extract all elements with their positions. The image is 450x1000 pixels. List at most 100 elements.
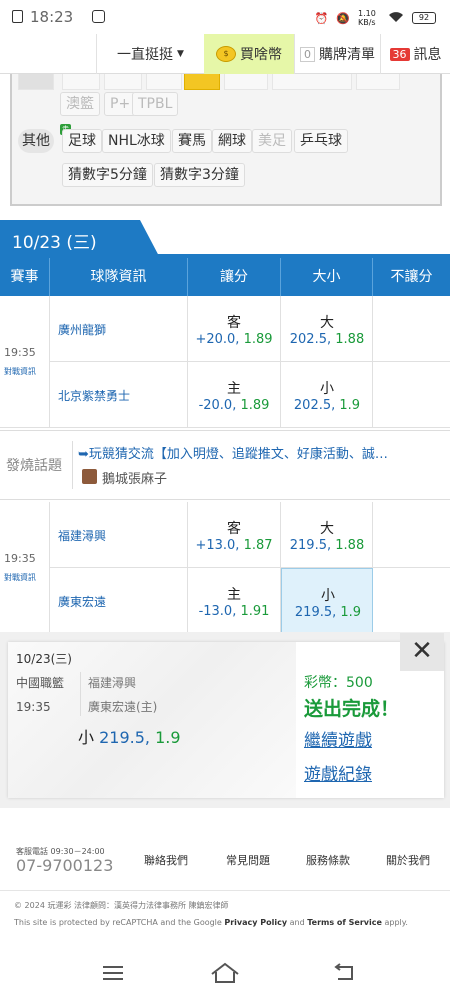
hotline-number[interactable]: 07-9700123	[16, 856, 113, 875]
spread-odds-button[interactable]: 主 -20.0, 1.89	[188, 362, 281, 428]
col-event: 賽事	[0, 258, 50, 296]
lottery-chip-5min[interactable]: 猜數字5分鐘	[62, 163, 153, 187]
sport-chip-horse-racing[interactable]: 賽馬	[172, 129, 212, 153]
divider	[80, 672, 81, 716]
close-icon: ✕	[411, 636, 433, 666]
status-icons: ⏰ 🔕 1.10 KB/s 92	[315, 9, 436, 27]
status-bar: 18:23 ⏰ 🔕 1.10 KB/s 92	[0, 0, 450, 34]
game-records-link[interactable]: 遊戲紀錄	[304, 760, 372, 785]
footer: 客服電話 09:30－24:00 07-9700123 聯絡我們 常見問題 服務…	[0, 828, 450, 938]
spread-odds-button[interactable]: 客 +20.0, 1.89	[188, 296, 281, 362]
slip-sent-text: 送出完成！	[304, 698, 400, 720]
author-name[interactable]: 鵝城張麻子	[102, 468, 167, 487]
ou-odds: 1.88	[335, 332, 365, 347]
wifi-icon	[388, 11, 404, 26]
sport-chip-partial	[146, 74, 182, 90]
message-button[interactable]: 36 訊息	[380, 34, 450, 74]
sport-chip-nhl[interactable]: NHL冰球	[102, 129, 171, 153]
spread-line: -13.0,	[198, 604, 237, 619]
over-under-button[interactable]: 小 202.5, 1.9	[281, 362, 373, 428]
slip-league: 中國職籃	[16, 676, 65, 690]
team-cell: 廣東宏遠	[50, 568, 188, 634]
ou-line: 202.5,	[289, 332, 332, 347]
col-team-info: 球隊資訊	[50, 258, 188, 296]
spread-line: +20.0,	[195, 332, 240, 347]
team-name[interactable]: 廣州龍獅	[58, 321, 106, 338]
sport-chip-partial-selected	[184, 74, 220, 90]
menu-icon[interactable]	[102, 965, 124, 985]
slip-team1: 福建潯興	[88, 676, 137, 690]
moneyline-button[interactable]	[373, 296, 450, 362]
ou-line: 219.5,	[289, 538, 332, 553]
footer-link-about[interactable]: 關於我們	[386, 852, 430, 868]
buy-coin-button[interactable]: $ 買啥幣	[204, 34, 294, 74]
match-info-link[interactable]: 對戰資訊	[4, 572, 36, 583]
top-nav: 一直挺挺 ▼ $ 買啥幣 0 購牌清單 36 訊息	[0, 34, 450, 74]
hot-topic-headline[interactable]: ➥玩競猜交流【加入明燈、追蹤推文、好康活動、誠…	[78, 443, 446, 462]
author-avatar	[82, 469, 97, 484]
moneyline-button[interactable]	[373, 568, 450, 634]
privacy-link[interactable]: Privacy Policy	[224, 918, 287, 927]
sport-chip-soccer[interactable]: 足球	[62, 129, 102, 153]
user-menu-dropdown[interactable]: 一直挺挺 ▼	[96, 34, 204, 74]
hot-topic-row: 發燒話題 ➥玩競猜交流【加入明燈、追蹤推文、好康活動、誠… 鵝城張麻子	[0, 430, 450, 500]
col-moneyline: 不讓分	[390, 269, 433, 285]
alarm-icon: ⏰	[314, 11, 329, 25]
team-name[interactable]: 北京紫禁勇士	[58, 387, 130, 404]
divider	[0, 890, 450, 891]
slip-pick-odds: 1.9	[155, 728, 181, 747]
copyright: © 2024 玩運彩 法律顧問：漢英得力法律事務所 陳鎮宏律師	[14, 901, 229, 910]
sport-chip-aus-basketball[interactable]: 澳籃	[60, 92, 100, 116]
home-icon[interactable]	[210, 962, 240, 988]
col-over-under: 大小	[281, 258, 373, 296]
ou-odds: 1.9	[339, 398, 361, 413]
match-info-link[interactable]: 對戰資訊	[4, 366, 36, 377]
sport-chip-partial	[224, 74, 268, 90]
continue-game-link[interactable]: 繼續遊戲	[304, 726, 372, 751]
over-under-button[interactable]: 大 202.5, 1.88	[281, 296, 373, 362]
message-count-badge: 36	[389, 47, 410, 61]
sport-chip-tennis[interactable]: 網球	[212, 129, 252, 153]
category-other[interactable]: 其他	[18, 129, 54, 153]
user-menu-label: 一直挺挺	[117, 47, 174, 63]
ou-odds: 1.88	[335, 538, 365, 553]
moneyline-button[interactable]	[373, 502, 450, 568]
team-name[interactable]: 廣東宏遠	[58, 593, 106, 610]
footer-link-contact[interactable]: 聯絡我們	[144, 852, 188, 868]
spread-side: 客	[227, 521, 241, 537]
footer-link-faq[interactable]: 常見問題	[226, 852, 270, 868]
team-name[interactable]: 福建潯興	[58, 527, 106, 544]
status-time: 18:23	[30, 8, 74, 26]
ou-side: 小	[321, 588, 335, 604]
sport-chip-nfl[interactable]: 美足	[252, 129, 292, 153]
category-tab-partial	[18, 74, 54, 90]
slip-date: 10/23(三)	[16, 652, 72, 666]
back-icon[interactable]	[332, 963, 356, 987]
caret-down-icon: ▼	[177, 49, 184, 59]
sport-chip-partial	[356, 74, 400, 90]
spread-odds-button[interactable]: 客 +13.0, 1.87	[188, 502, 281, 568]
close-button[interactable]: ✕	[400, 633, 444, 671]
sport-chip-tpbl[interactable]: TPBL	[132, 92, 179, 116]
over-under-button[interactable]: 大 219.5, 1.88	[281, 502, 373, 568]
spread-line: -20.0,	[198, 398, 237, 413]
spread-odds-button[interactable]: 主 -13.0, 1.91	[188, 568, 281, 634]
moneyline-button[interactable]	[373, 362, 450, 428]
coin-icon: $	[216, 46, 236, 62]
col-spread: 讓分	[188, 258, 281, 296]
over-under-button-selected[interactable]: 小 219.5, 1.9	[281, 568, 373, 634]
terms-link[interactable]: Terms of Service	[307, 918, 382, 927]
team-cell: 廣州龍獅	[50, 296, 188, 362]
instagram-icon	[92, 10, 105, 23]
lottery-chip-3min[interactable]: 猜數字3分鐘	[154, 163, 245, 187]
sport-chip-partial	[104, 74, 142, 90]
match-time: 19:35	[4, 346, 36, 359]
buy-coin-label: 買啥幣	[240, 47, 282, 63]
spread-odds: 1.89	[240, 398, 270, 413]
cart-button[interactable]: 0 購牌清單	[294, 34, 380, 74]
hot-topic-label: 發燒話題	[6, 458, 62, 474]
spread-line: +13.0,	[195, 538, 240, 553]
footer-link-terms[interactable]: 服務條款	[306, 852, 350, 868]
date-tab-label: 10/23 (三)	[12, 233, 97, 253]
sport-chip-table-tennis[interactable]: 乒乓球	[294, 129, 348, 153]
